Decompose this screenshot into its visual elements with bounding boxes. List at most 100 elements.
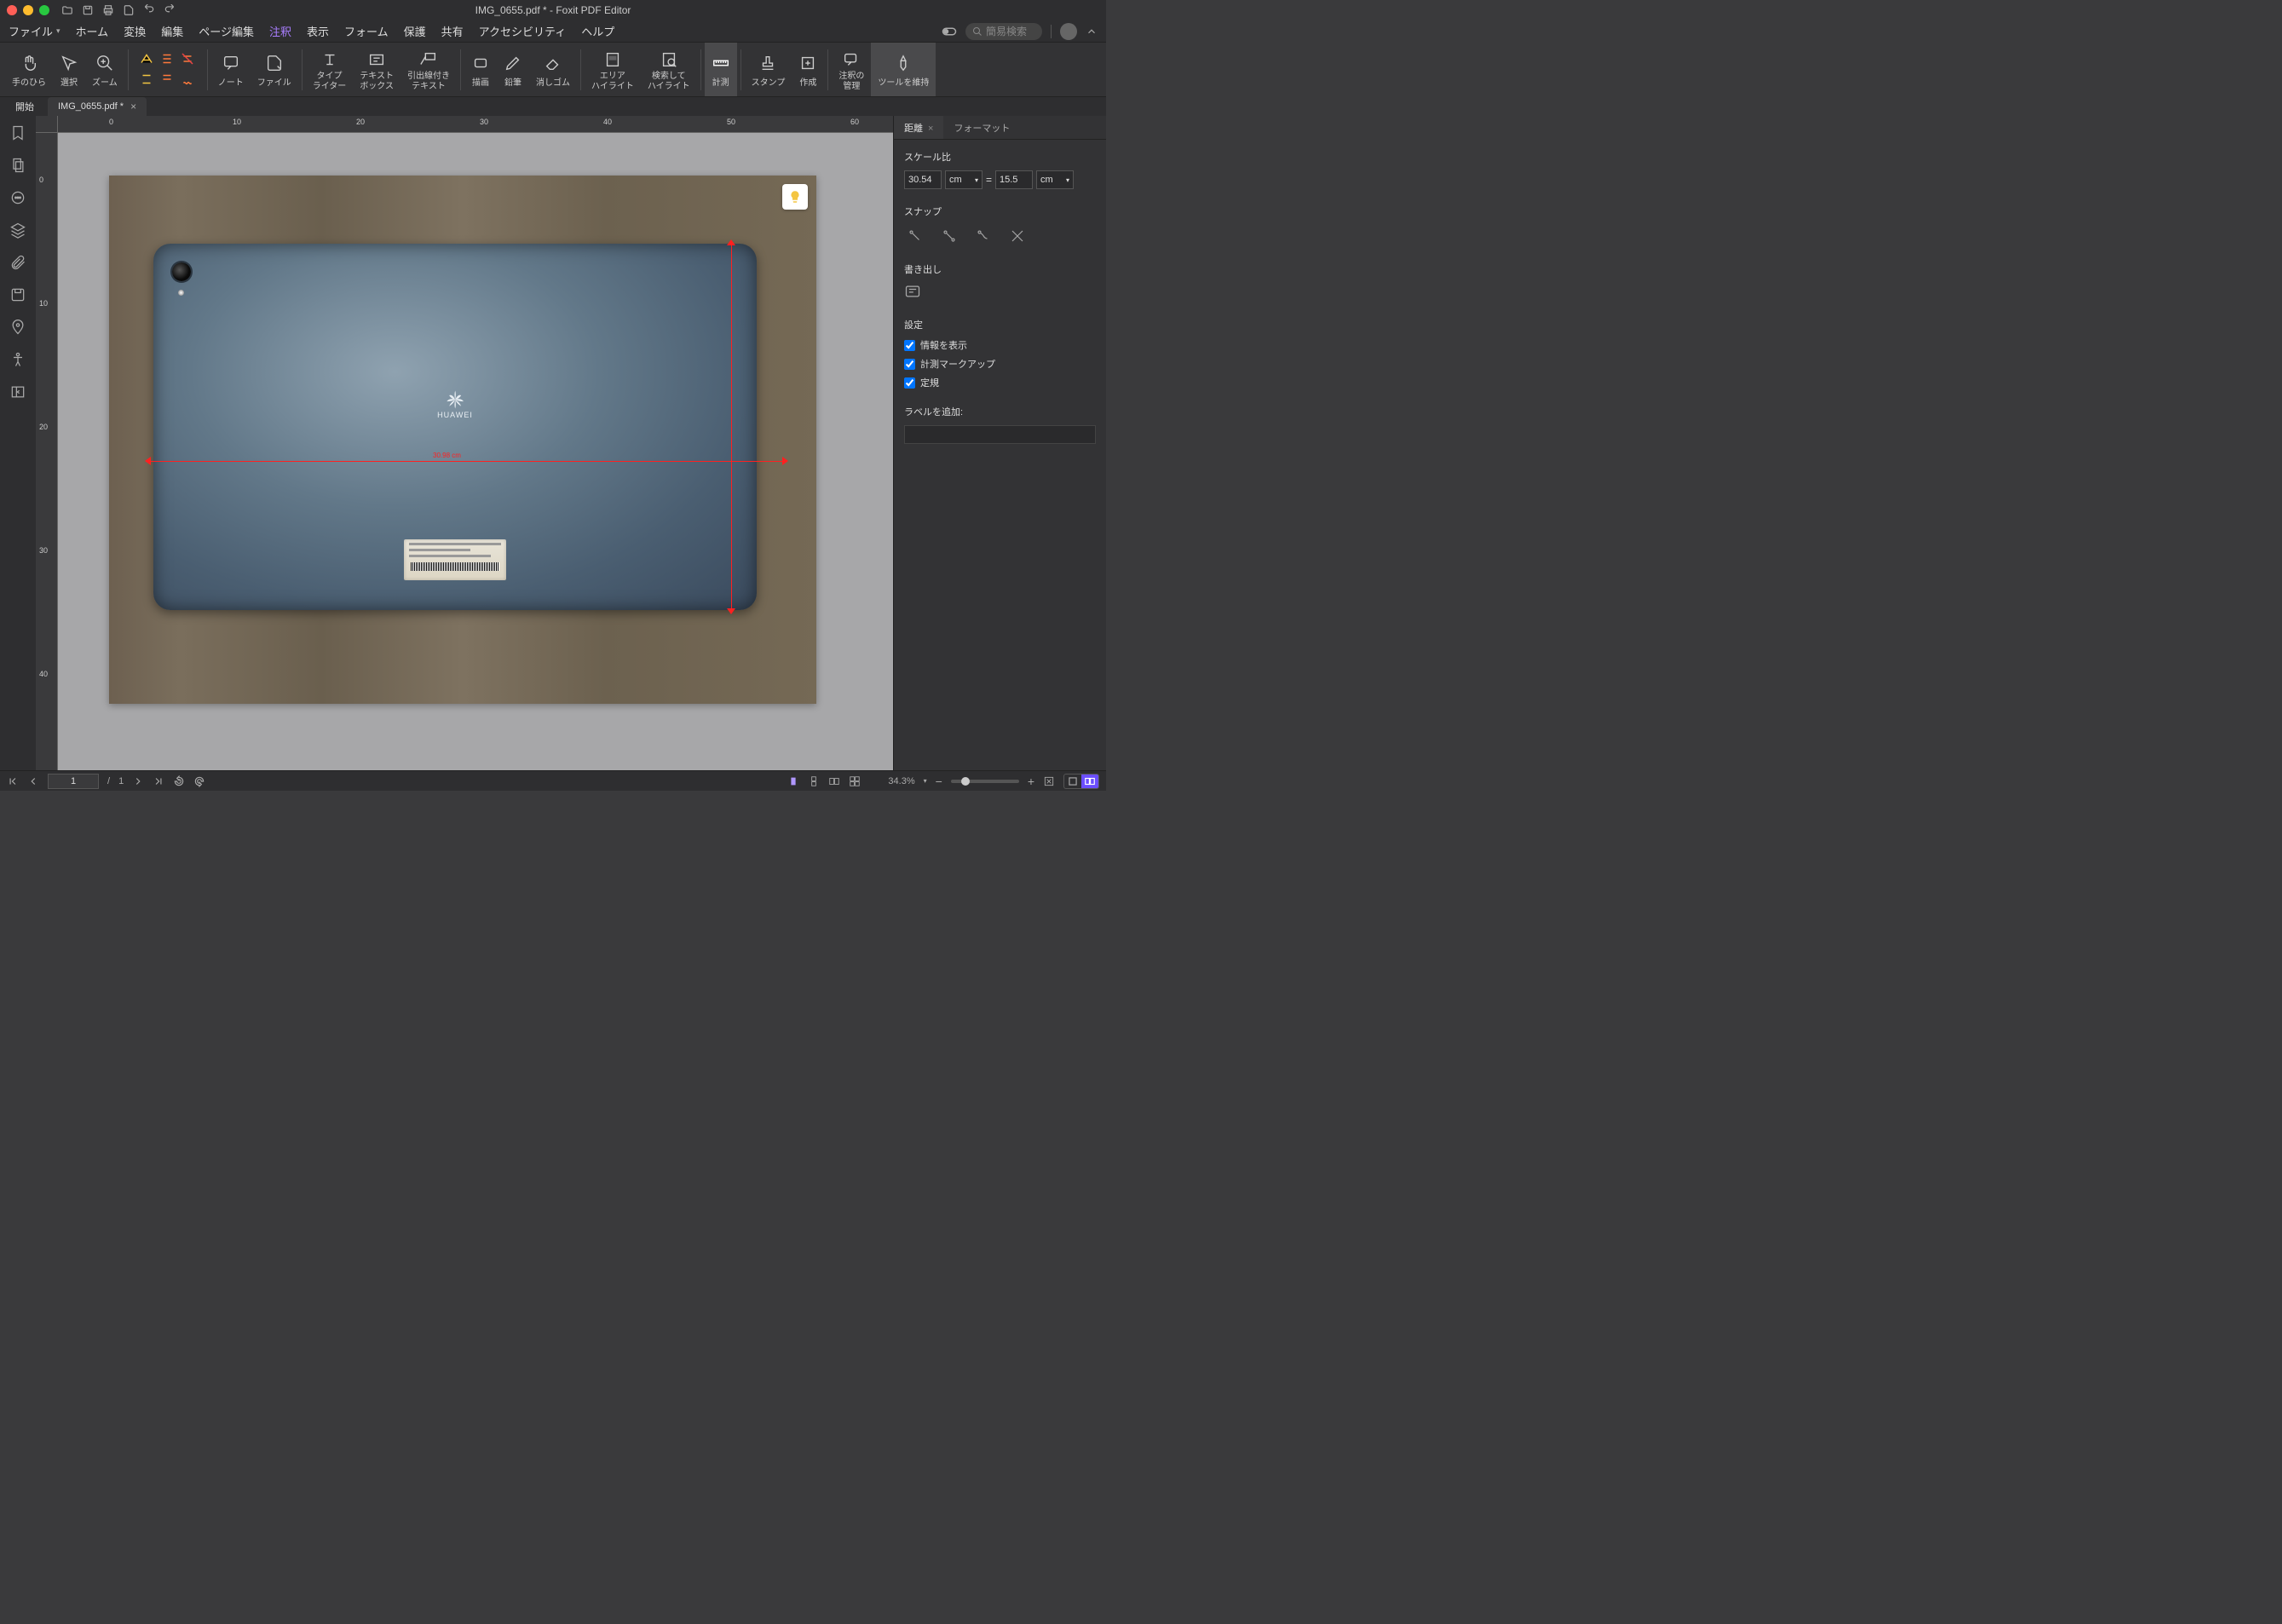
tool-area-highlight[interactable]: エリア ハイライト: [585, 43, 641, 96]
pdf-page[interactable]: HUAWEI 30.98 cm: [109, 176, 816, 704]
open-icon[interactable]: [61, 4, 73, 16]
tool-eraser[interactable]: 消しゴム: [529, 43, 577, 96]
close-window-button[interactable]: [7, 5, 17, 15]
panel-tabs: 距離× フォーマット: [894, 116, 1106, 140]
tool-text-markup[interactable]: [132, 43, 204, 96]
tab-start[interactable]: 開始: [5, 97, 44, 116]
view-continuous-icon[interactable]: [808, 775, 820, 787]
label-input[interactable]: [904, 425, 1096, 444]
measure-line-horizontal[interactable]: [147, 461, 786, 462]
check-markup[interactable]: 計測マークアップ: [904, 357, 1096, 371]
reading-mode-on[interactable]: [1081, 775, 1098, 788]
tool-pencil[interactable]: 鉛筆: [497, 43, 529, 96]
tool-draw[interactable]: 描画: [464, 43, 497, 96]
zoom-in-button[interactable]: +: [1028, 775, 1034, 788]
search-input[interactable]: 簡易検索: [965, 23, 1042, 40]
scale-unit-1-select[interactable]: cm▾: [945, 170, 983, 189]
tool-textbox[interactable]: テキスト ボックス: [353, 43, 401, 96]
measure-line-vertical[interactable]: [731, 242, 732, 612]
tab-document[interactable]: IMG_0655.pdf * ×: [48, 97, 147, 116]
view-facing-continuous-icon[interactable]: [849, 775, 861, 787]
menu-annotate[interactable]: 注釈: [269, 23, 291, 39]
new-doc-icon[interactable]: [123, 4, 135, 16]
panel-tab-format[interactable]: フォーマット: [943, 116, 1020, 139]
tool-note[interactable]: ノート: [211, 43, 251, 96]
scale-value-2-input[interactable]: [995, 170, 1033, 189]
reading-mode-off[interactable]: [1064, 775, 1081, 788]
close-icon[interactable]: ×: [928, 124, 933, 134]
layers-icon[interactable]: [9, 222, 26, 239]
camera-flash: [178, 290, 184, 296]
save-panel-icon[interactable]: [9, 286, 26, 303]
panel-tab-distance[interactable]: 距離×: [894, 116, 943, 139]
prev-page-icon[interactable]: [27, 775, 39, 787]
check-ruler[interactable]: 定規: [904, 376, 1096, 389]
tab-close-icon[interactable]: ×: [130, 101, 136, 112]
tool-measure[interactable]: 計測: [705, 43, 737, 96]
hint-bulb-button[interactable]: [782, 184, 808, 210]
undo-icon[interactable]: [143, 4, 155, 16]
zoom-out-button[interactable]: −: [936, 775, 942, 788]
location-icon[interactable]: [9, 319, 26, 336]
snap-path-icon[interactable]: [976, 228, 991, 244]
tool-manage-annotations[interactable]: 注釈の 管理: [832, 43, 871, 96]
tool-select[interactable]: 選択: [53, 43, 85, 96]
check-show-info[interactable]: 情報を表示: [904, 338, 1096, 352]
rotate-ccw-icon[interactable]: [173, 775, 185, 787]
tool-stamp[interactable]: スタンプ: [745, 43, 792, 96]
arrow-right-icon: [782, 457, 788, 465]
tool-keep-tool[interactable]: ツールを維持: [871, 43, 936, 96]
collapse-ribbon-icon[interactable]: [1086, 26, 1098, 37]
snap-intersection-icon[interactable]: [1010, 228, 1025, 244]
panel-collapse-icon[interactable]: [9, 383, 26, 400]
tool-file-attach[interactable]: ファイル: [251, 43, 298, 96]
reading-mode-toggle[interactable]: [1063, 774, 1099, 789]
menu-help[interactable]: ヘルプ: [581, 23, 614, 39]
menu-edit[interactable]: 編集: [161, 23, 183, 39]
menu-file[interactable]: ファイル: [9, 23, 53, 39]
pages-icon[interactable]: [9, 157, 26, 174]
comments-icon[interactable]: [9, 189, 26, 206]
menu-page-edit[interactable]: ページ編集: [199, 23, 254, 39]
document-viewport[interactable]: HUAWEI 30.98 cm: [58, 133, 893, 770]
next-page-icon[interactable]: [132, 775, 144, 787]
menu-convert[interactable]: 変換: [124, 23, 146, 39]
export-button[interactable]: [904, 283, 1096, 302]
save-icon[interactable]: [82, 4, 94, 16]
redo-icon[interactable]: [164, 4, 176, 16]
menu-share[interactable]: 共有: [441, 23, 464, 39]
minimize-window-button[interactable]: [23, 5, 33, 15]
attachment-icon[interactable]: [9, 254, 26, 271]
fit-page-icon[interactable]: [1043, 775, 1055, 787]
tool-search-highlight[interactable]: 検索して ハイライト: [641, 43, 697, 96]
scale-unit-2-select[interactable]: cm▾: [1036, 170, 1074, 189]
maximize-window-button[interactable]: [39, 5, 49, 15]
rotate-cw-icon[interactable]: [193, 775, 205, 787]
first-page-icon[interactable]: [7, 775, 19, 787]
snap-endpoint-icon[interactable]: [908, 228, 923, 244]
page-number-input[interactable]: [48, 774, 99, 789]
bookmark-icon[interactable]: [9, 124, 26, 141]
user-avatar[interactable]: [1060, 23, 1077, 40]
menu-view[interactable]: 表示: [307, 23, 329, 39]
menu-home[interactable]: ホーム: [76, 23, 109, 39]
view-facing-icon[interactable]: [828, 775, 840, 787]
tool-create[interactable]: 作成: [792, 43, 824, 96]
zoom-slider[interactable]: [951, 780, 1019, 783]
print-icon[interactable]: [102, 4, 114, 16]
tool-zoom[interactable]: ズーム: [85, 43, 124, 96]
view-single-icon[interactable]: [787, 775, 799, 787]
menu-protect[interactable]: 保護: [404, 23, 426, 39]
toggle-icon[interactable]: [942, 26, 957, 37]
tool-hand[interactable]: 手のひら: [5, 43, 53, 96]
canvas-area: 0 10 20 30 40 50 60 0 10 20 30 40 HUAWEI: [36, 116, 893, 770]
accessibility-icon[interactable]: [9, 351, 26, 368]
last-page-icon[interactable]: [153, 775, 164, 787]
ruler-corner: [36, 116, 58, 133]
snap-midpoint-icon[interactable]: [942, 228, 957, 244]
menu-accessibility[interactable]: アクセシビリティ: [479, 23, 567, 39]
tool-typewriter[interactable]: タイプ ライター: [306, 43, 354, 96]
menu-form[interactable]: フォーム: [344, 23, 389, 39]
tool-callout[interactable]: 引出線付き テキスト: [401, 43, 457, 96]
scale-value-1-input[interactable]: [904, 170, 942, 189]
